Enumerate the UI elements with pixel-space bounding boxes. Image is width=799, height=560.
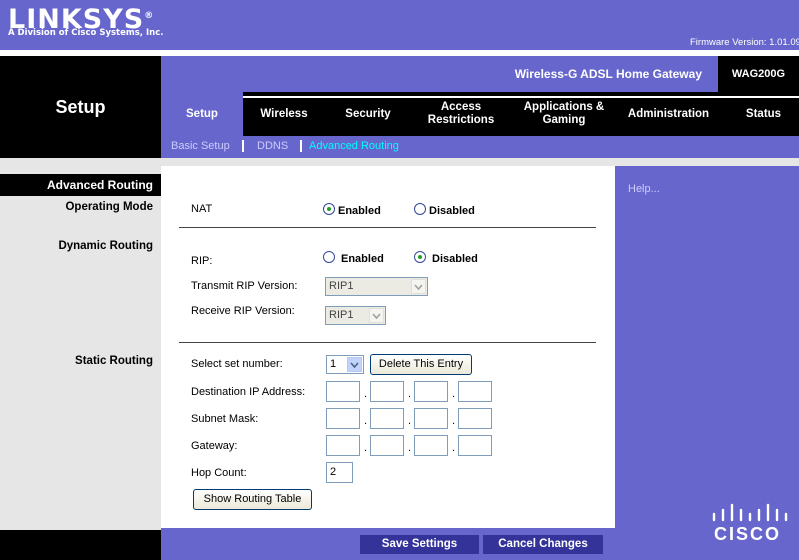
tab-wireless[interactable]: Wireless [243,92,325,136]
gateway-label: Gateway: [191,440,238,452]
firmware-version: Firmware Version: 1.01.09 [690,37,799,48]
ip-dot: . [364,442,368,454]
subnet-mask-label: Subnet Mask: [191,413,259,425]
subtab-advanced-routing[interactable]: Advanced Routing [309,140,399,152]
mask-octet-3[interactable] [414,408,448,429]
tab-setup[interactable]: Setup [161,92,243,136]
rip-disabled-label: Disabled [432,253,478,265]
delete-entry-button[interactable]: Delete This Entry [370,354,472,375]
section-dynamic-routing: Dynamic Routing [58,240,153,252]
nat-disabled-radio[interactable] [414,203,426,215]
section-label-column [0,174,161,530]
transmit-rip-label: Transmit RIP Version: [191,280,298,292]
rip-label: RIP: [191,255,213,267]
nat-enabled-label: Enabled [338,205,381,217]
cancel-changes-button[interactable]: Cancel Changes [483,535,603,554]
dest-ip-octet-2[interactable] [370,381,404,402]
hop-count-input[interactable]: 2 [326,462,353,483]
gateway-octet-4[interactable] [458,435,492,456]
gateway-octet-3[interactable] [414,435,448,456]
ip-dot: . [452,415,456,427]
tab-status[interactable]: Status [728,92,799,136]
page-title: Setup [55,97,106,117]
divider [179,227,596,228]
ip-dot: . [452,388,456,400]
save-settings-button[interactable]: Save Settings [360,535,479,554]
help-link[interactable]: Help... [628,183,660,195]
logo-subtitle: A Division of Cisco Systems, Inc. [8,28,164,38]
tab-access-restrictions[interactable]: Access Restrictions [411,92,511,136]
nat-enabled-radio[interactable] [323,203,335,215]
tab-administration[interactable]: Administration [617,92,720,136]
transmit-rip-select[interactable]: RIP1 [325,277,428,296]
chevron-down-icon [369,308,384,323]
receive-rip-label: Receive RIP Version: [191,305,295,317]
show-routing-table-button[interactable]: Show Routing Table [193,489,312,510]
set-number-value: 1 [330,358,337,370]
ip-dot: . [408,388,412,400]
cisco-wordmark: CISCO [714,524,782,544]
subnav-separator [300,140,302,152]
ip-dot: . [364,388,368,400]
subtab-ddns[interactable]: DDNS [257,140,288,152]
gateway-octet-2[interactable] [370,435,404,456]
section-static-routing: Static Routing [75,355,153,367]
ip-dot: . [408,442,412,454]
ip-dot: . [452,442,456,454]
tab-applications-gaming[interactable]: Applications & Gaming [511,92,617,136]
subtab-basic-setup[interactable]: Basic Setup [171,140,230,152]
section-operating-mode: Operating Mode [65,201,153,213]
dest-ip-octet-1[interactable] [326,381,360,402]
mask-octet-4[interactable] [458,408,492,429]
ip-dot: . [364,415,368,427]
mask-octet-2[interactable] [370,408,404,429]
model-number: WAG200G [718,56,799,92]
nat-disabled-label: Disabled [429,205,475,217]
product-name: Wireless-G ADSL Home Gateway [514,67,702,81]
divider [179,342,596,343]
tab-security[interactable]: Security [325,92,411,136]
receive-rip-select[interactable]: RIP1 [325,306,386,325]
dest-ip-octet-4[interactable] [458,381,492,402]
destination-ip-label: Destination IP Address: [191,386,306,398]
set-number-select[interactable]: 1 [326,355,364,374]
dest-ip-octet-3[interactable] [414,381,448,402]
gray-strip [0,158,161,174]
gray-strip [161,158,799,166]
receive-rip-value: RIP1 [329,309,354,321]
subnav-separator [242,140,244,152]
hop-count-label: Hop Count: [191,467,247,479]
rip-enabled-radio[interactable] [323,251,335,263]
rip-disabled-radio[interactable] [414,251,426,263]
rip-enabled-label: Enabled [341,253,384,265]
section-header: Advanced Routing [0,174,161,196]
footer-left [0,530,161,560]
transmit-rip-value: RIP1 [329,280,354,292]
mask-octet-1[interactable] [326,408,360,429]
chevron-down-icon [347,357,362,372]
chevron-down-icon [411,279,426,294]
nat-label: NAT [191,203,213,215]
ip-dot: . [408,415,412,427]
set-number-label: Select set number: [191,358,283,370]
gateway-octet-1[interactable] [326,435,360,456]
